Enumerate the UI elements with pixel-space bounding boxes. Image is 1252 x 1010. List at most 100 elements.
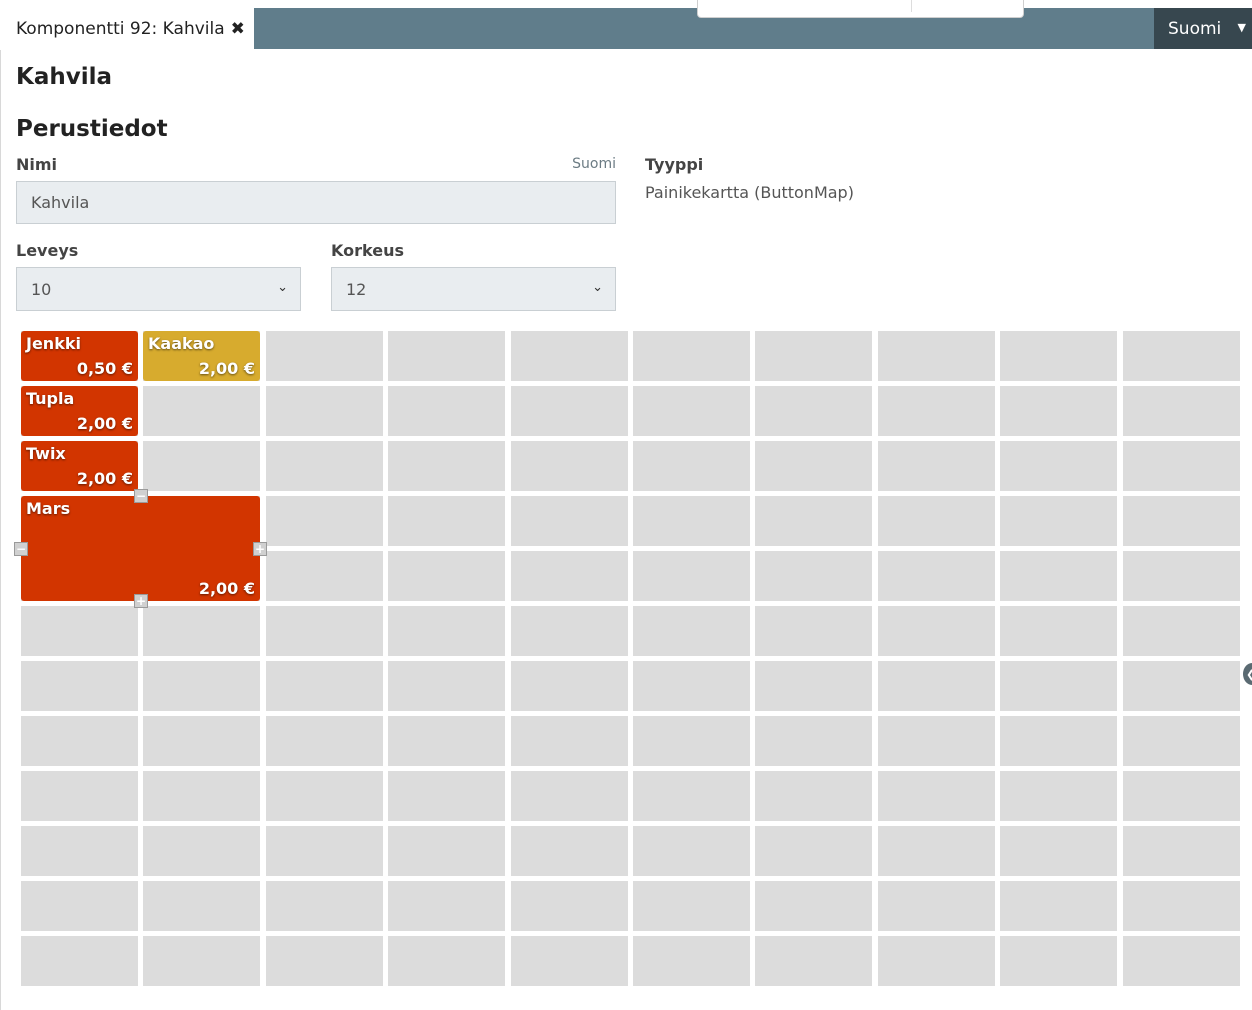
shrink-width-handle-icon[interactable]: − (14, 542, 28, 556)
product-button-kaakao[interactable]: Kaakao 2,00 € (143, 331, 260, 381)
empty-grid-cell[interactable] (388, 441, 505, 491)
empty-grid-cell[interactable] (633, 771, 750, 821)
empty-grid-cell[interactable] (266, 661, 383, 711)
empty-grid-cell[interactable] (388, 826, 505, 876)
empty-grid-cell[interactable] (266, 441, 383, 491)
empty-grid-cell[interactable] (266, 496, 383, 546)
empty-grid-cell[interactable] (755, 881, 872, 931)
empty-grid-cell[interactable] (1000, 386, 1117, 436)
empty-grid-cell[interactable] (143, 936, 260, 986)
empty-grid-cell[interactable] (388, 551, 505, 601)
empty-grid-cell[interactable] (633, 606, 750, 656)
empty-grid-cell[interactable] (878, 331, 995, 381)
language-select[interactable]: Suomi ▼ (1154, 8, 1252, 49)
empty-grid-cell[interactable] (878, 881, 995, 931)
empty-grid-cell[interactable] (511, 661, 628, 711)
empty-grid-cell[interactable] (1123, 496, 1240, 546)
empty-grid-cell[interactable] (1000, 551, 1117, 601)
empty-grid-cell[interactable] (1000, 881, 1117, 931)
empty-grid-cell[interactable] (755, 606, 872, 656)
empty-grid-cell[interactable] (21, 771, 138, 821)
empty-grid-cell[interactable] (1000, 826, 1117, 876)
empty-grid-cell[interactable] (143, 386, 260, 436)
empty-grid-cell[interactable] (878, 826, 995, 876)
empty-grid-cell[interactable] (633, 441, 750, 491)
empty-grid-cell[interactable] (266, 826, 383, 876)
empty-grid-cell[interactable] (755, 386, 872, 436)
empty-grid-cell[interactable] (388, 936, 505, 986)
empty-grid-cell[interactable] (388, 331, 505, 381)
empty-grid-cell[interactable] (511, 386, 628, 436)
empty-grid-cell[interactable] (755, 826, 872, 876)
empty-grid-cell[interactable] (511, 331, 628, 381)
height-select[interactable]: 12 ⌄ (331, 267, 616, 311)
empty-grid-cell[interactable] (755, 936, 872, 986)
empty-grid-cell[interactable] (878, 606, 995, 656)
empty-grid-cell[interactable] (1000, 936, 1117, 986)
empty-grid-cell[interactable] (388, 716, 505, 766)
empty-grid-cell[interactable] (1123, 551, 1240, 601)
empty-grid-cell[interactable] (388, 771, 505, 821)
empty-grid-cell[interactable] (878, 386, 995, 436)
empty-grid-cell[interactable] (143, 881, 260, 931)
empty-grid-cell[interactable] (878, 661, 995, 711)
empty-grid-cell[interactable] (511, 551, 628, 601)
empty-grid-cell[interactable] (266, 331, 383, 381)
product-button-twix[interactable]: Twix 2,00 € (21, 441, 138, 491)
empty-grid-cell[interactable] (878, 936, 995, 986)
empty-grid-cell[interactable] (1123, 771, 1240, 821)
empty-grid-cell[interactable] (266, 716, 383, 766)
empty-grid-cell[interactable] (755, 551, 872, 601)
empty-grid-cell[interactable] (388, 606, 505, 656)
empty-grid-cell[interactable] (511, 826, 628, 876)
empty-grid-cell[interactable] (633, 551, 750, 601)
empty-grid-cell[interactable] (1000, 606, 1117, 656)
empty-grid-cell[interactable] (633, 881, 750, 931)
empty-grid-cell[interactable] (266, 606, 383, 656)
empty-grid-cell[interactable] (755, 331, 872, 381)
empty-grid-cell[interactable] (633, 496, 750, 546)
empty-grid-cell[interactable] (21, 826, 138, 876)
empty-grid-cell[interactable] (1123, 661, 1240, 711)
empty-grid-cell[interactable] (266, 881, 383, 931)
width-select[interactable]: 10 ⌄ (16, 267, 301, 311)
grow-height-handle-icon[interactable]: + (134, 594, 148, 608)
empty-grid-cell[interactable] (1123, 331, 1240, 381)
empty-grid-cell[interactable] (1123, 936, 1240, 986)
empty-grid-cell[interactable] (511, 881, 628, 931)
empty-grid-cell[interactable] (21, 716, 138, 766)
empty-grid-cell[interactable] (633, 661, 750, 711)
empty-grid-cell[interactable] (633, 331, 750, 381)
empty-grid-cell[interactable] (878, 496, 995, 546)
empty-grid-cell[interactable] (755, 441, 872, 491)
empty-grid-cell[interactable] (511, 936, 628, 986)
empty-grid-cell[interactable] (1000, 331, 1117, 381)
empty-grid-cell[interactable] (143, 771, 260, 821)
empty-grid-cell[interactable] (878, 441, 995, 491)
empty-grid-cell[interactable] (633, 386, 750, 436)
empty-grid-cell[interactable] (1123, 606, 1240, 656)
empty-grid-cell[interactable] (1000, 771, 1117, 821)
tab-komponentti[interactable]: Komponentti 92: Kahvila ✖ (0, 8, 254, 50)
empty-grid-cell[interactable] (755, 716, 872, 766)
empty-grid-cell[interactable] (755, 771, 872, 821)
empty-grid-cell[interactable] (388, 496, 505, 546)
empty-grid-cell[interactable] (1123, 441, 1240, 491)
empty-grid-cell[interactable] (388, 386, 505, 436)
empty-grid-cell[interactable] (1000, 661, 1117, 711)
name-input[interactable]: Kahvila (16, 181, 616, 224)
empty-grid-cell[interactable] (1000, 441, 1117, 491)
empty-grid-cell[interactable] (143, 716, 260, 766)
empty-grid-cell[interactable] (266, 936, 383, 986)
empty-grid-cell[interactable] (143, 606, 260, 656)
empty-grid-cell[interactable] (1000, 716, 1117, 766)
empty-grid-cell[interactable] (878, 771, 995, 821)
empty-grid-cell[interactable] (266, 771, 383, 821)
product-button-tupla[interactable]: Tupla 2,00 € (21, 386, 138, 436)
product-button-jenkki[interactable]: Jenkki 0,50 € (21, 331, 138, 381)
product-button-mars[interactable]: Mars 2,00 € (21, 496, 260, 601)
empty-grid-cell[interactable] (511, 716, 628, 766)
empty-grid-cell[interactable] (511, 441, 628, 491)
empty-grid-cell[interactable] (388, 881, 505, 931)
side-panel-toggle-icon[interactable]: ❮ (1243, 663, 1252, 685)
